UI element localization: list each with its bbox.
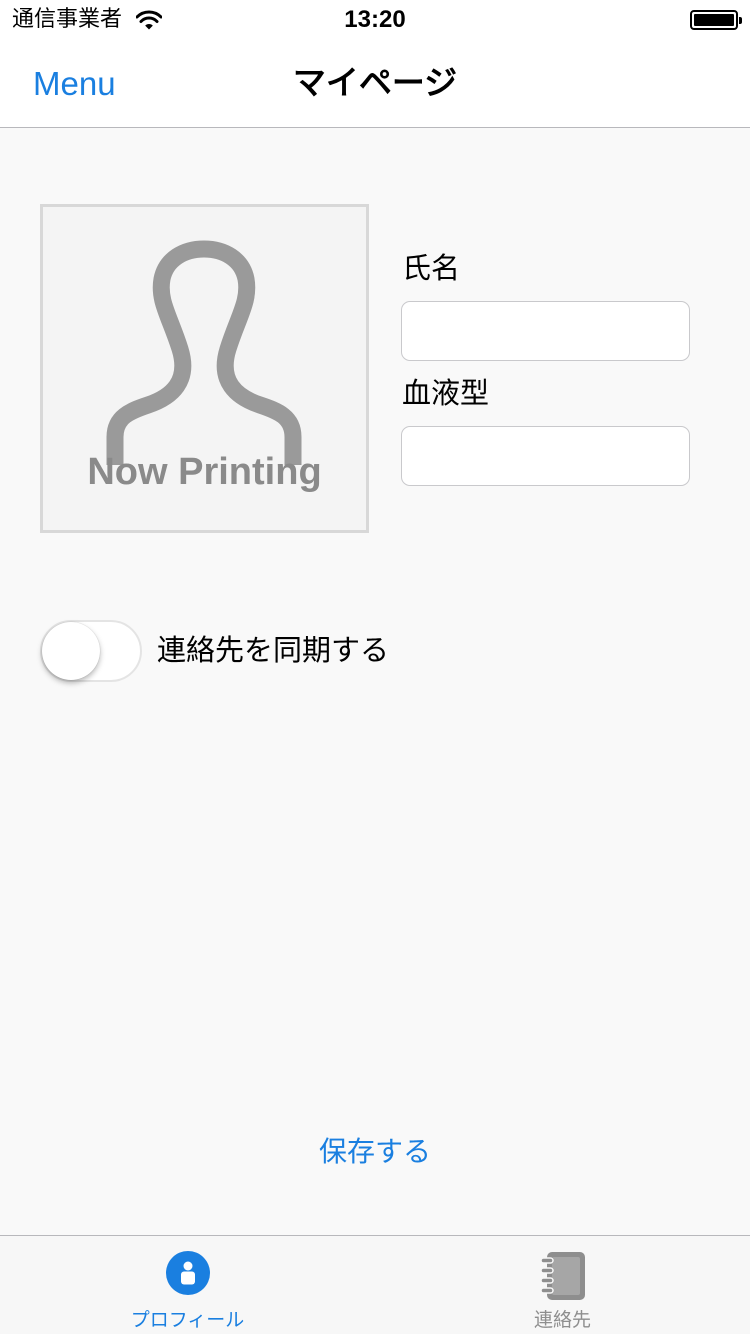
profile-image[interactable]: Now Printing [40, 204, 369, 533]
battery-fill [694, 14, 734, 26]
battery-icon [690, 10, 742, 30]
sync-contacts-label: 連絡先を同期する [157, 633, 390, 667]
blood-type-field[interactable] [401, 426, 690, 486]
profile-icon [165, 1251, 210, 1295]
tab-bar: プロフィール 連絡先 [0, 1235, 750, 1334]
tab-profile[interactable]: プロフィール [0, 1236, 375, 1334]
name-label: 氏名 [402, 251, 461, 285]
battery-nub [739, 17, 742, 24]
status-time: 13:20 [344, 6, 406, 33]
sync-contacts-toggle[interactable] [40, 620, 142, 682]
tab-contacts-label: 連絡先 [533, 1309, 591, 1331]
page-title: マイページ [292, 63, 458, 102]
tab-contacts[interactable]: 連絡先 [375, 1236, 750, 1334]
navigation-bar: Menu マイページ [0, 40, 750, 128]
status-bar: 通信事業者 13:20 [0, 0, 750, 40]
avatar-caption: Now Printing [87, 451, 322, 493]
address-book-icon [539, 1252, 585, 1300]
blood-type-label: 血液型 [402, 376, 490, 410]
toggle-knob [42, 622, 100, 680]
tab-profile-label: プロフィール [130, 1309, 245, 1331]
screen: 通信事業者 13:20 Menu マイページ Now Printing 氏名 血… [0, 0, 750, 1334]
save-button[interactable]: 保存する [0, 1134, 750, 1170]
name-field[interactable] [401, 301, 690, 361]
